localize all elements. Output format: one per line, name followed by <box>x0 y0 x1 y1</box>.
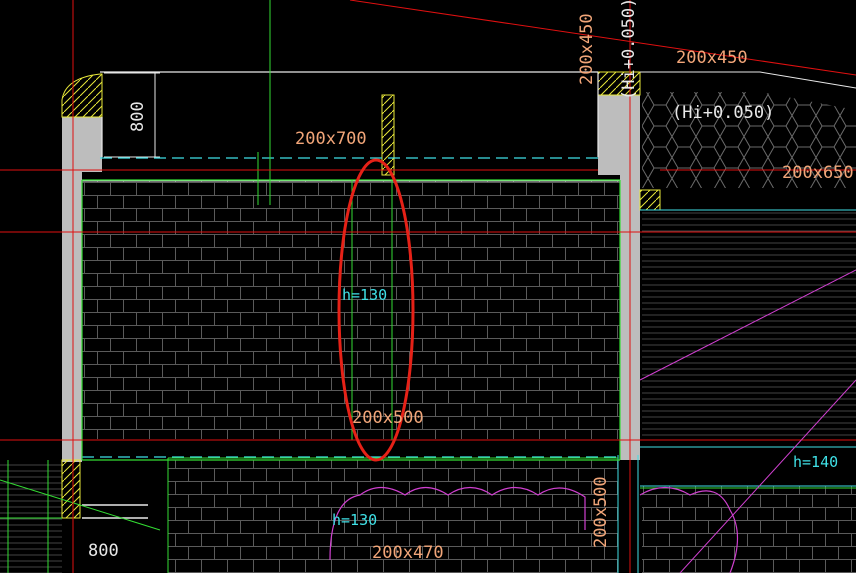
right-lower-hatch <box>642 486 856 573</box>
left-wall-lower <box>62 172 82 462</box>
beam-label-bottom-right-vertical: 200x500 <box>591 476 611 548</box>
cad-drawing: 200x450 (Hi+0.050) 200x450 (Hi+0.050) 20… <box>0 0 856 573</box>
left-wall <box>62 117 102 172</box>
height-label-bottom-left: h=130 <box>332 511 377 529</box>
elevation-label: (Hi+0.050) <box>672 103 774 123</box>
beam-label-top-right-vertical: 200x450 <box>577 13 597 85</box>
dim-label-800-left: 800 <box>128 101 148 132</box>
right-mid-post <box>639 189 661 211</box>
beam-label-center: 200x500 <box>352 408 424 428</box>
beam-label-right: 200x650 <box>782 163 854 183</box>
main-slab-hatch <box>82 181 620 439</box>
beam-label-top-right: 200x450 <box>676 48 748 68</box>
right-wall <box>598 95 640 175</box>
height-label-right: h=140 <box>793 453 838 471</box>
elevation-label-vertical: (Hi+0.050) <box>619 0 639 100</box>
height-label-center: h=130 <box>342 286 387 304</box>
left-bottom-hatch <box>0 460 62 573</box>
left-bottom-post <box>61 459 81 519</box>
beam-label-bottom: 200x470 <box>372 543 444 563</box>
beam-label-top-mid: 200x700 <box>295 129 367 149</box>
dim-label-800-bottom: 800 <box>88 541 119 561</box>
